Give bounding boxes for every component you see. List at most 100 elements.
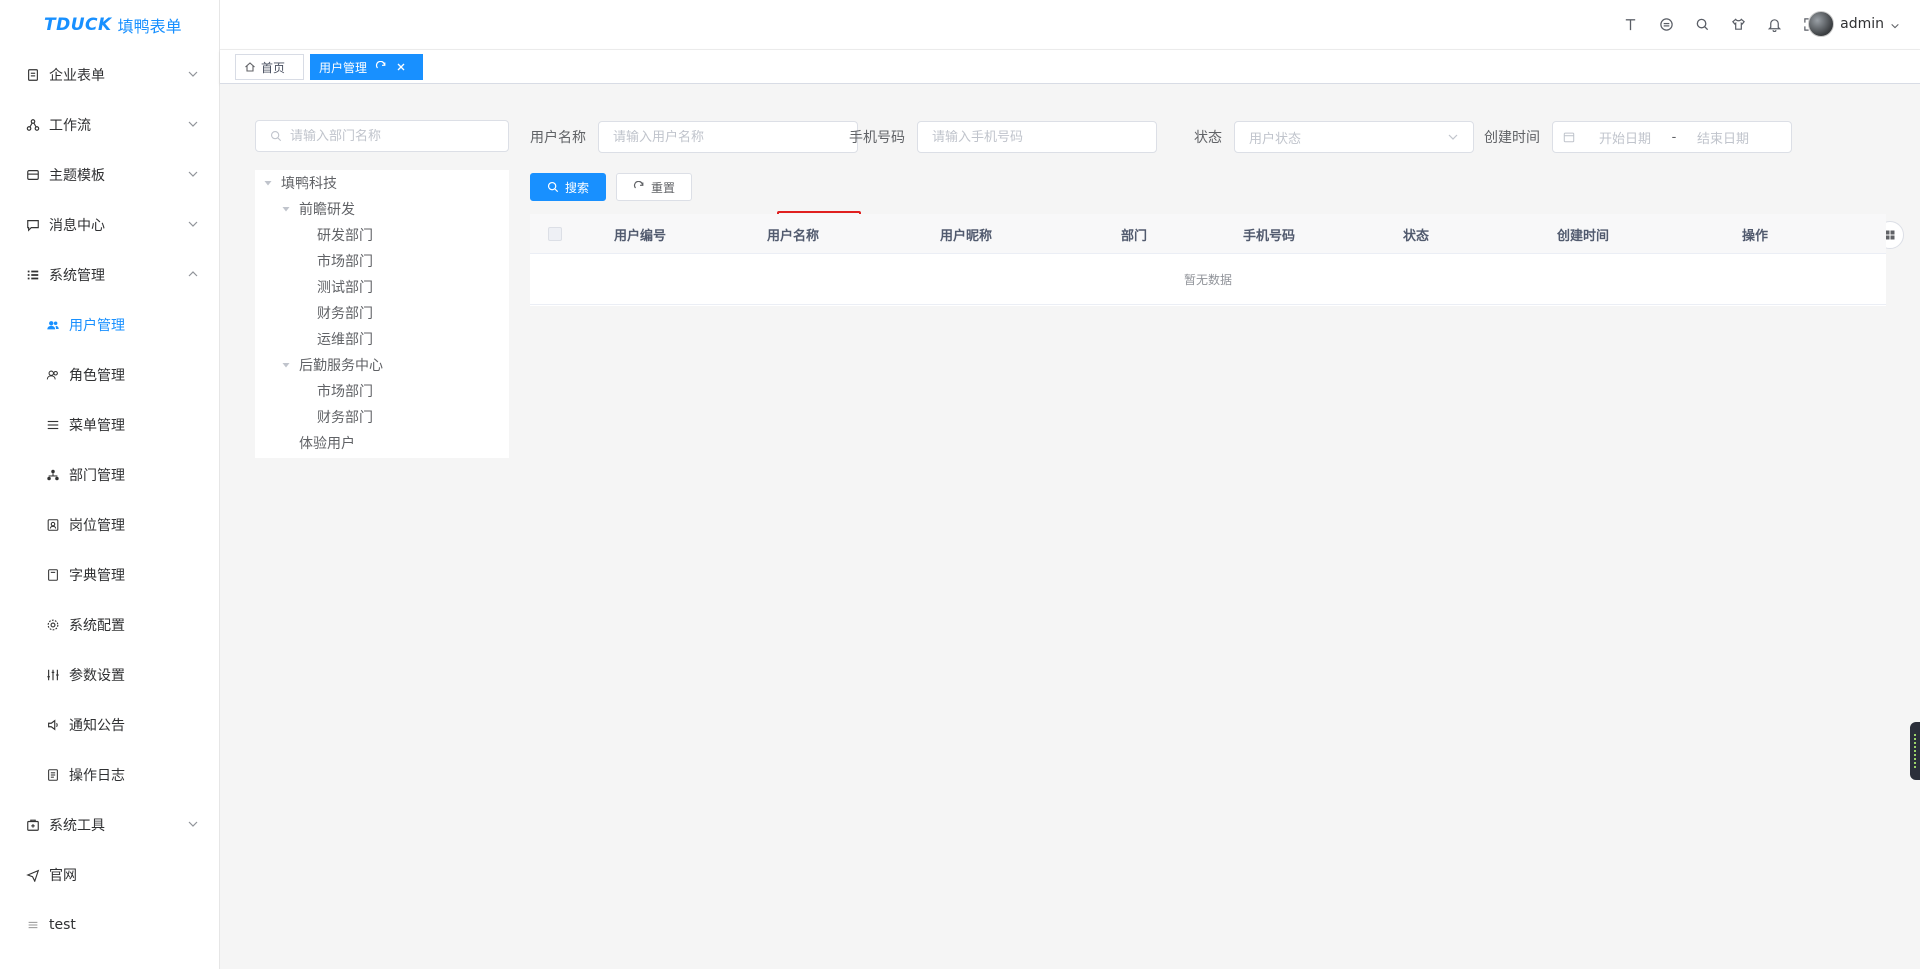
search-button[interactable]: 搜索 xyxy=(530,173,606,201)
search-icon xyxy=(547,181,559,193)
send-icon xyxy=(25,867,41,883)
navbar-tools xyxy=(1620,14,1820,34)
sidebar-item-system-management[interactable]: 系统管理 xyxy=(0,250,219,300)
tree-node[interactable]: 体验用户 xyxy=(299,430,355,456)
role-icon xyxy=(45,367,61,383)
sidebar-item-label: 消息中心 xyxy=(49,218,105,234)
sidebar-item-label: 参数设置 xyxy=(69,668,125,684)
sidebar-item-user-management[interactable]: 用户管理 xyxy=(0,300,219,350)
tree-node-label: 运维部门 xyxy=(317,332,373,348)
sidebar-item-message-center[interactable]: 消息中心 xyxy=(0,200,219,250)
search-button-label: 搜索 xyxy=(564,180,589,195)
sidebar-item-label: 字典管理 xyxy=(69,568,125,584)
username: admin xyxy=(1840,16,1884,32)
tree-node[interactable]: 市场部门 xyxy=(317,378,373,404)
caret-down-icon xyxy=(263,178,273,188)
search-icon[interactable] xyxy=(1692,14,1712,34)
form-icon xyxy=(25,67,41,83)
tree-node[interactable]: 前瞻研发 xyxy=(281,196,355,222)
sidebar-item-label: 官网 xyxy=(49,868,77,884)
tree-node[interactable]: 财务部门 xyxy=(317,300,373,326)
chevron-down-icon xyxy=(1890,19,1900,29)
reset-button[interactable]: 重置 xyxy=(616,173,692,201)
workflow-icon xyxy=(25,117,41,133)
column-header: 操作 xyxy=(1741,228,1768,244)
tree-node[interactable]: 研发部门 xyxy=(317,222,373,248)
chevron-down-icon xyxy=(187,68,199,80)
username-label: 用户名称 xyxy=(530,130,586,146)
start-date-input[interactable]: 开始日期 xyxy=(1589,128,1661,147)
message-icon xyxy=(25,217,41,233)
tree-node[interactable]: 运维部门 xyxy=(317,326,373,352)
range-separator: - xyxy=(1671,129,1677,145)
tag-user-management[interactable]: 用户管理 xyxy=(310,54,423,80)
sidebar-item-operation-log[interactable]: 操作日志 xyxy=(0,750,219,800)
sidebar-item-workflow[interactable]: 工作流 xyxy=(0,100,219,150)
tag-home[interactable]: 首页 xyxy=(235,54,304,80)
side-panel-handle[interactable] xyxy=(1910,722,1920,780)
github-icon[interactable] xyxy=(1656,14,1676,34)
font-size-icon[interactable] xyxy=(1620,14,1640,34)
sidebar-item-system-tools[interactable]: 系统工具 xyxy=(0,800,219,850)
phone-input[interactable] xyxy=(932,129,1142,145)
end-date-input[interactable]: 结束日期 xyxy=(1687,128,1759,147)
sidebar: TDUCK 填鸭表单 企业表单 工作流 主题模板 消息中心 系统管理 用户管理 … xyxy=(0,0,220,969)
sidebar-item-enterprise-form[interactable]: 企业表单 xyxy=(0,50,219,100)
sidebar-item-system-config[interactable]: 系统配置 xyxy=(0,600,219,650)
sidebar-item-label: 操作日志 xyxy=(69,768,125,784)
dict-icon xyxy=(45,567,61,583)
dept-search-field[interactable] xyxy=(255,120,509,152)
empty-text: 暂无数据 xyxy=(530,255,1886,305)
sidebar-item-role-management[interactable]: 角色管理 xyxy=(0,350,219,400)
chevron-down-icon xyxy=(1447,131,1459,143)
app-logo[interactable]: TDUCK 填鸭表单 xyxy=(0,0,219,50)
select-all-checkbox[interactable] xyxy=(548,227,562,241)
close-icon[interactable] xyxy=(395,61,407,73)
tree-node[interactable]: 市场部门 xyxy=(317,248,373,274)
sidebar-item-label: 系统工具 xyxy=(49,818,105,834)
table-header: 用户编号 用户名称 用户昵称 部门 手机号码 状态 创建时间 操作 xyxy=(530,214,1886,254)
tool-icon xyxy=(25,817,41,833)
tree-node-label: 填鸭科技 xyxy=(281,176,337,192)
refresh-icon xyxy=(633,181,645,193)
tree-node-label: 财务部门 xyxy=(317,306,373,322)
sidebar-item-params-settings[interactable]: 参数设置 xyxy=(0,650,219,700)
sidebar-item-label: test xyxy=(49,917,76,933)
sidebar-item-test[interactable]: test xyxy=(0,900,219,950)
home-icon xyxy=(244,61,256,73)
post-icon xyxy=(45,517,61,533)
bell-icon[interactable] xyxy=(1764,14,1784,34)
user-menu[interactable]: admin xyxy=(1808,11,1900,37)
tags-view: 首页 用户管理 xyxy=(220,50,1920,84)
chevron-up-icon xyxy=(187,268,199,280)
tree-node[interactable]: 测试部门 xyxy=(317,274,373,300)
sidebar-item-post-management[interactable]: 岗位管理 xyxy=(0,500,219,550)
dept-tree: 填鸭科技 前瞻研发 研发部门 市场部门 测试部门 财务部门 运维部门 后勤服务中… xyxy=(255,170,509,458)
tag-label: 用户管理 xyxy=(319,60,368,75)
menu-icon xyxy=(45,417,61,433)
tree-node[interactable]: 后勤服务中心 xyxy=(281,352,383,378)
sidebar-item-menu-management[interactable]: 菜单管理 xyxy=(0,400,219,450)
phone-field[interactable] xyxy=(917,121,1157,153)
tree-node[interactable]: 财务部门 xyxy=(317,404,373,430)
theme-icon[interactable] xyxy=(1728,14,1748,34)
gear-icon xyxy=(45,617,61,633)
sidebar-item-dept-management[interactable]: 部门管理 xyxy=(0,450,219,500)
sidebar-item-official-site[interactable]: 官网 xyxy=(0,850,219,900)
status-placeholder: 用户状态 xyxy=(1249,131,1302,147)
tree-node-label: 体验用户 xyxy=(299,436,355,452)
tree-node[interactable]: 填鸭科技 xyxy=(263,170,337,196)
date-range-picker[interactable]: 开始日期 - 结束日期 xyxy=(1552,121,1792,153)
sidebar-item-label: 通知公告 xyxy=(69,718,125,734)
sidebar-item-notice[interactable]: 通知公告 xyxy=(0,700,219,750)
username-input[interactable] xyxy=(613,129,843,145)
status-select[interactable]: 用户状态 xyxy=(1234,121,1474,153)
refresh-icon[interactable] xyxy=(375,61,387,73)
sidebar-item-dict-management[interactable]: 字典管理 xyxy=(0,550,219,600)
username-field[interactable] xyxy=(598,121,858,153)
sidebar-item-theme-template[interactable]: 主题模板 xyxy=(0,150,219,200)
caret-down-icon xyxy=(281,204,291,214)
list-icon xyxy=(25,267,41,283)
dept-search-input[interactable] xyxy=(290,128,494,144)
tree-node-label: 市场部门 xyxy=(317,254,373,270)
